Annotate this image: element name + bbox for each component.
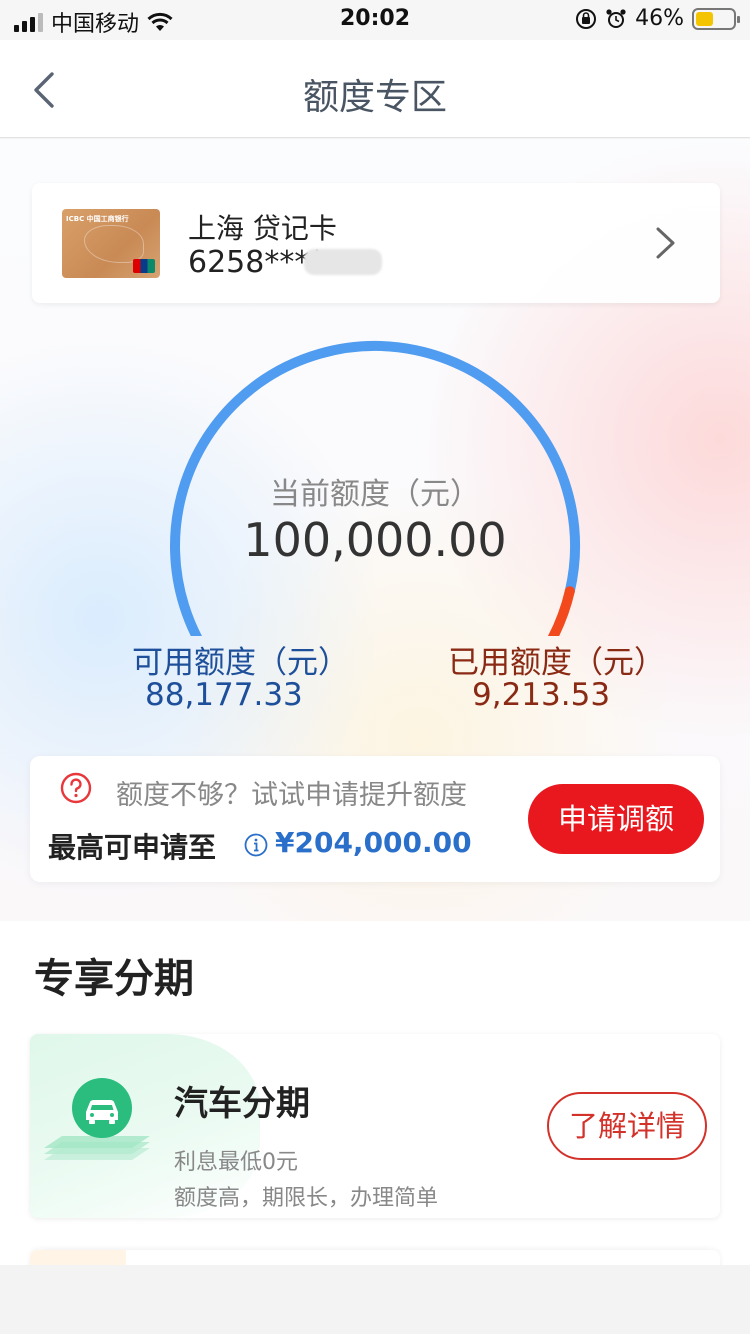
product-interest: 利息最低0元 [174,1150,298,1175]
car-icon [44,1078,150,1160]
available-credit-value: 88,177.33 [145,677,303,713]
gauge-used-arc [547,586,575,636]
status-bar: 中国移动 20:02 46% [0,0,750,40]
card-selector[interactable]: ICBC 中国工商银行 上海 贷记卡 6258**** [32,183,720,303]
page-title: 额度专区 [302,77,447,118]
status-right: 46% [575,6,740,31]
card-number-mask [304,249,382,275]
battery-percent: 46% [635,6,684,31]
current-credit-value: 100,000.00 [243,513,507,567]
chevron-right-icon [656,227,675,259]
battery-fill [696,11,714,26]
product-description: 额度高，期限长，办理简单 [174,1186,439,1211]
unionpay-logo [133,259,155,273]
product-title: 汽车分期 [174,1084,310,1124]
next-card-accent [30,1250,126,1265]
nav-bar: 额度专区 [0,40,750,138]
raise-limit-panel: 额度不够？试试申请提升额度 最高可申请至 ¥204,000.00 申请调额 [30,756,720,882]
current-credit-label: 当前额度（元） [270,477,480,512]
card-name: 上海 贷记卡 [188,212,337,245]
apply-adjust-button[interactable]: 申请调额 [528,784,704,854]
bank-card-image: ICBC 中国工商银行 [62,209,160,278]
available-credit-label: 可用额度（元） [132,645,349,681]
bank-card-brand: ICBC 中国工商银行 [66,215,129,223]
max-apply-label: 最高可申请至 [48,831,217,864]
raise-hint-text: 额度不够？试试申请提升额度 [116,780,467,811]
section-title: 专享分期 [34,956,194,1002]
max-apply-value: ¥204,000.00 [275,826,472,859]
info-icon[interactable] [244,833,268,857]
alarm-icon [606,8,626,28]
rotation-lock-icon [576,8,597,29]
battery-icon [692,7,740,30]
question-icon [60,772,92,804]
used-credit-label: 已用额度（元） [448,645,665,681]
learn-details-button[interactable]: 了解详情 [547,1092,707,1160]
credit-hero: ICBC 中国工商银行 上海 贷记卡 6258**** 当前额度（元） 100,… [0,139,750,921]
card-map-decoration [84,225,144,263]
product-card-car-installment[interactable]: 汽车分期 利息最低0元 额度高，期限长，办理简单 了解详情 [30,1034,720,1218]
bottom-area [0,1265,750,1334]
used-credit-value: 9,213.53 [472,677,611,713]
